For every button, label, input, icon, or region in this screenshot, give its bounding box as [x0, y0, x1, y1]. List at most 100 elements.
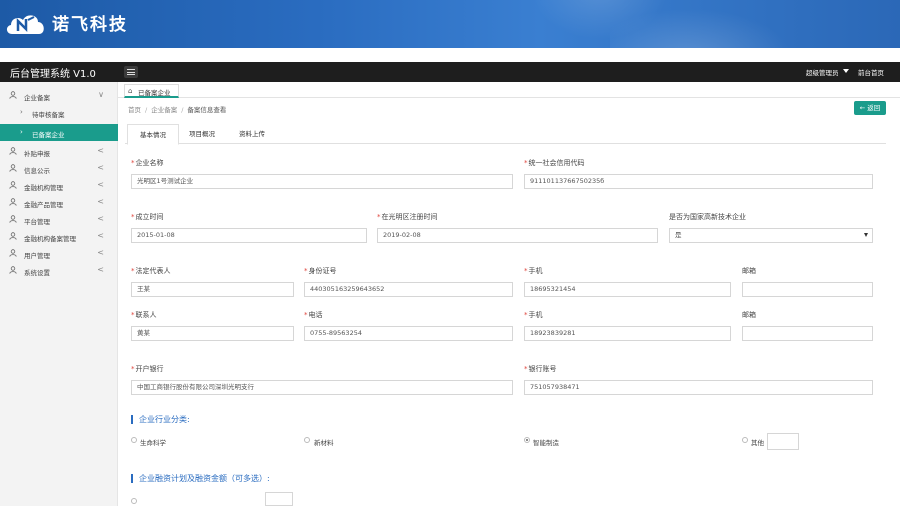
tab-label: 已备案企业 — [138, 89, 171, 97]
email2-field[interactable] — [742, 326, 873, 341]
tab-basic-info[interactable]: 基本情况 — [127, 124, 179, 145]
radio-label: 其他 — [751, 439, 764, 447]
home-icon: ⌂ — [128, 87, 133, 95]
sidebar-item-label: 金融产品管理 — [24, 201, 63, 209]
tab-file-upload[interactable]: 资料上传 — [227, 124, 277, 144]
sidebar-item-settings[interactable]: 系统设置 < — [0, 262, 118, 279]
radio-life-science[interactable] — [131, 437, 137, 443]
caret-down-icon — [864, 233, 868, 237]
sidebar-subitem-pending[interactable]: › 待审核备案 — [0, 104, 118, 121]
page-tab-bar: ⌂ 已备案企业 — [118, 82, 900, 98]
id-number-label: *身份证号 — [304, 267, 337, 275]
id-number-field[interactable]: 440305163259643652 — [304, 282, 513, 297]
legal-rep-label: *法定代表人 — [131, 267, 171, 275]
user-menu[interactable]: 超级管理员 — [806, 67, 839, 77]
industry-section-title: 企业行业分类: — [131, 415, 190, 424]
sidebar-item-platform[interactable]: 平台管理 < — [0, 211, 118, 228]
mobile1-field[interactable]: 18695321454 — [524, 282, 731, 297]
breadcrumb: 首页 / 企业备案 / 备案信息查看 — [128, 104, 226, 114]
user-icon — [9, 249, 17, 257]
chevron-left-icon: < — [97, 248, 104, 257]
bank-field[interactable]: 中国工商银行股份有限公司深圳光明支行 — [131, 380, 513, 395]
sidebar-item-label: 系统设置 — [24, 269, 50, 277]
system-title: 后台管理系统 V1.0 — [10, 69, 96, 80]
banner-decoration — [520, 0, 680, 48]
hightech-select[interactable]: 是 — [669, 228, 873, 243]
sidebar-item-enterprise-filing[interactable]: 企业备案 ∨ — [0, 87, 118, 104]
caret-down-icon[interactable] — [843, 69, 849, 73]
financing-section-title: 企业融资计划及融资金额（可多选）: — [131, 474, 270, 483]
sidebar-item-label: 平台管理 — [24, 218, 50, 226]
tab-project-overview[interactable]: 项目概况 — [179, 124, 225, 144]
breadcrumb-separator: / — [145, 106, 148, 114]
phone-field[interactable]: 0755-89563254 — [304, 326, 513, 341]
user-icon — [9, 198, 17, 206]
breadcrumb-current: 备案信息查看 — [187, 106, 227, 114]
breadcrumb-separator: / — [181, 106, 184, 114]
brand-name: 诺飞科技 — [52, 15, 128, 35]
chevron-left-icon: < — [97, 214, 104, 223]
back-button[interactable]: ← 返回 — [854, 101, 886, 115]
chevron-left-icon: < — [97, 231, 104, 240]
account-field[interactable]: 751057938471 — [524, 380, 873, 395]
frontpage-link[interactable]: 前台首页 — [858, 67, 884, 77]
breadcrumb-filing[interactable]: 企业备案 — [151, 106, 177, 114]
contact-label: *联系人 — [131, 311, 157, 319]
email1-field[interactable] — [742, 282, 873, 297]
other-industry-field[interactable] — [767, 433, 799, 450]
user-icon — [9, 91, 17, 99]
radio-smart-manufacturing[interactable] — [524, 437, 530, 443]
sidebar-subitem-filed[interactable]: › 已备案企业 — [0, 124, 118, 141]
hightech-selected-value: 是 — [675, 231, 682, 239]
user-icon — [9, 164, 17, 172]
sidebar-item-label: 金融机构管理 — [24, 184, 63, 192]
sidebar-item-label: 用户管理 — [24, 252, 50, 260]
financing-amount-field[interactable] — [265, 492, 293, 506]
established-date-field[interactable]: 2015-01-08 — [131, 228, 367, 243]
menu-toggle-icon[interactable] — [124, 66, 138, 78]
user-icon — [9, 232, 17, 240]
breadcrumb-home[interactable]: 首页 — [128, 106, 141, 114]
sidebar-item-label: 补贴申报 — [24, 150, 50, 158]
company-name-field[interactable]: 光明区1号测试企业 — [131, 174, 513, 189]
cloud-logo-icon — [6, 15, 44, 34]
phone-label: *电话 — [304, 311, 323, 319]
chevron-right-icon: › — [20, 128, 23, 136]
registered-date-field[interactable]: 2019-02-08 — [377, 228, 658, 243]
hightech-label: 是否为国家高新技术企业 — [669, 213, 746, 221]
sidebar-item-fin-institutions[interactable]: 金融机构管理 < — [0, 177, 118, 194]
account-label: *银行账号 — [524, 365, 557, 373]
mobile2-field[interactable]: 18923839281 — [524, 326, 731, 341]
chevron-left-icon: < — [97, 265, 104, 274]
sidebar: 企业备案 ∨ › 待审核备案 › 已备案企业 补贴申报 < 信息公示 < 金融机… — [0, 82, 118, 506]
radio-new-materials[interactable] — [304, 437, 310, 443]
user-icon — [9, 266, 17, 274]
chevron-right-icon: › — [20, 108, 23, 116]
registered-label: *在光明区注册时间 — [377, 213, 438, 221]
sidebar-item-label: 金融机构备案管理 — [24, 235, 76, 243]
sidebar-item-users[interactable]: 用户管理 < — [0, 245, 118, 262]
sidebar-item-publicity[interactable]: 信息公示 < — [0, 160, 118, 177]
financing-checkbox[interactable] — [131, 498, 137, 504]
user-icon — [9, 215, 17, 223]
legal-rep-field[interactable]: 王某 — [131, 282, 294, 297]
sidebar-item-fin-products[interactable]: 金融产品管理 < — [0, 194, 118, 211]
top-navbar: 后台管理系统 V1.0 超级管理员 前台首页 — [0, 62, 900, 82]
radio-other[interactable] — [742, 437, 748, 443]
chevron-left-icon: < — [97, 197, 104, 206]
tab-filed-enterprises[interactable]: ⌂ 已备案企业 — [124, 84, 179, 98]
email1-label: 邮箱 — [742, 267, 756, 275]
sidebar-item-fin-filing[interactable]: 金融机构备案管理 < — [0, 228, 118, 245]
header-banner: 诺飞科技 — [0, 0, 900, 48]
mobile1-label: *手机 — [524, 267, 543, 275]
credit-code-label: *统一社会信用代码 — [524, 159, 585, 167]
credit-code-field[interactable]: 91110113766750235б — [524, 174, 873, 189]
contact-field[interactable]: 黄某 — [131, 326, 294, 341]
email2-label: 邮箱 — [742, 311, 756, 319]
content-tabs: 基本情况 项目概况 资料上传 — [125, 124, 886, 145]
chevron-left-icon: < — [97, 180, 104, 189]
chevron-down-icon: ∨ — [98, 90, 104, 99]
sidebar-item-label: 信息公示 — [24, 167, 50, 175]
chevron-left-icon: < — [97, 163, 104, 172]
sidebar-item-subsidy[interactable]: 补贴申报 < — [0, 143, 118, 160]
